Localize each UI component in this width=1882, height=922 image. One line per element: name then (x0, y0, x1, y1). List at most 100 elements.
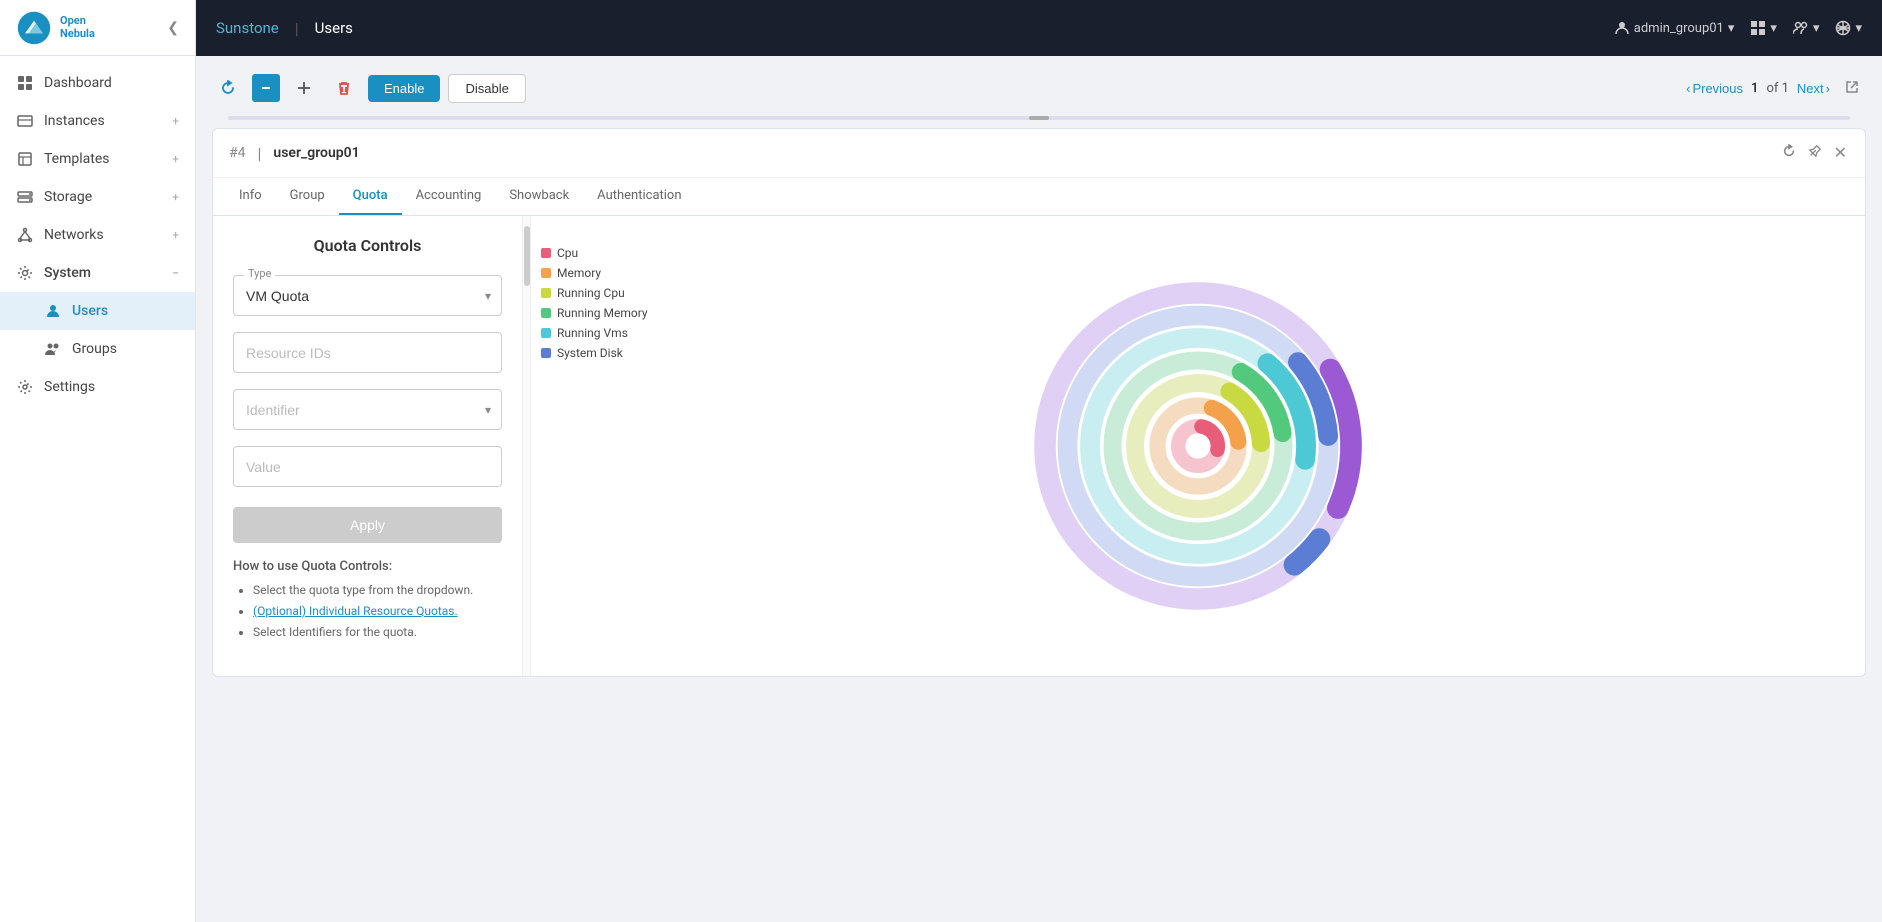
legend-running-cpu: Running Cpu (541, 286, 648, 300)
lang-chevron-icon: ▾ (1855, 21, 1862, 36)
pagination-current: 1 (1751, 81, 1758, 96)
help-title: How to use Quota Controls: (233, 559, 502, 574)
sidebar-item-templates[interactable]: Templates + (0, 140, 195, 178)
sidebar-item-networks[interactable]: Networks + (0, 216, 195, 254)
tab-quota[interactable]: Quota (339, 178, 402, 215)
next-label: Next (1797, 81, 1824, 96)
apply-btn[interactable]: Apply (233, 507, 502, 543)
sidebar: Open Nebula ❮ Dashboard Instances + Temp… (0, 0, 196, 922)
pagination-previous-btn[interactable]: ‹ Previous (1686, 81, 1743, 96)
networks-expand-icon: + (172, 228, 179, 242)
running-memory-legend-label: Running Memory (557, 306, 648, 320)
scrollbar-track[interactable] (228, 116, 1850, 120)
groups-icon (44, 340, 62, 358)
sidebar-logo-area: Open Nebula ❮ (0, 0, 195, 56)
type-select[interactable]: VM Quota Network Quota Image Quota Datas… (246, 288, 489, 304)
pagination: ‹ Previous 1 of 1 Next › (1686, 74, 1866, 102)
user-name-label: admin_group01 (1634, 21, 1724, 36)
value-input[interactable] (246, 459, 489, 475)
panel-title: user_group01 (273, 145, 359, 161)
panel-header-actions: ✕ (1780, 141, 1849, 165)
quota-controls-section: Quota Controls Type VM Quota Network Quo… (213, 216, 523, 676)
resource-ids-field-wrap (233, 332, 502, 373)
individual-resource-link[interactable]: (Optional) Individual Resource Quotas. (253, 604, 458, 618)
grid-view-btn[interactable]: ▾ (1750, 20, 1777, 36)
help-item-3: Select Identifiers for the quota. (253, 624, 502, 641)
quota-chart-area: Cpu Memory Running Cpu Running Memo (531, 216, 1865, 676)
tab-group[interactable]: Group (276, 178, 339, 215)
resource-ids-input[interactable] (246, 345, 489, 361)
settings-icon (16, 378, 34, 396)
running-cpu-legend-label: Running Cpu (557, 286, 625, 300)
panel-close-btn[interactable]: ✕ (1832, 141, 1849, 165)
tab-authentication[interactable]: Authentication (583, 178, 695, 215)
sidebar-item-system-label: System (44, 265, 91, 281)
tab-accounting[interactable]: Accounting (402, 178, 496, 215)
external-link-btn[interactable] (1838, 74, 1866, 102)
topbar-right: admin_group01 ▾ ▾ ▾ ▾ (1614, 20, 1862, 36)
sidebar-item-users[interactable]: Users (0, 292, 195, 330)
system-disk-legend-label: System Disk (557, 346, 623, 360)
value-field-wrap (233, 446, 502, 487)
toolbar-row: Enable Disable ‹ Previous 1 of 1 Next › (212, 72, 1866, 104)
people-view-btn[interactable]: ▾ (1793, 20, 1820, 36)
content-area: Enable Disable ‹ Previous 1 of 1 Next › (196, 56, 1882, 922)
sidebar-item-instances-label: Instances (44, 113, 105, 129)
sidebar-logo-text: Open Nebula (60, 15, 95, 39)
type-form-group: Type VM Quota Network Quota Image Quota … (233, 275, 502, 316)
people-chevron-icon: ▾ (1813, 21, 1820, 36)
main-area: Sunstone | Users admin_group01 ▾ ▾ ▾ ▾ (196, 0, 1882, 922)
add-btn[interactable] (288, 72, 320, 104)
sidebar-item-groups[interactable]: Groups (0, 330, 195, 368)
panel-tabs: Info Group Quota Accounting Showback Aut… (213, 178, 1865, 216)
legend-cpu: Cpu (541, 246, 648, 260)
panel-id: #4 (229, 145, 246, 161)
sidebar-item-storage[interactable]: Storage + (0, 178, 195, 216)
help-text-section: How to use Quota Controls: Select the qu… (233, 559, 502, 640)
tab-info[interactable]: Info (225, 178, 276, 215)
legend-system-disk: System Disk (541, 346, 648, 360)
sidebar-item-dashboard[interactable]: Dashboard (0, 64, 195, 102)
chart-legend: Cpu Memory Running Cpu Running Memo (531, 236, 658, 370)
networks-icon (16, 226, 34, 244)
help-item-2[interactable]: (Optional) Individual Resource Quotas. (253, 603, 502, 620)
scrollbar-thumb[interactable] (1029, 116, 1049, 120)
sidebar-item-settings[interactable]: Settings (0, 368, 195, 406)
sidebar-item-system[interactable]: System − (0, 254, 195, 292)
tab-showback[interactable]: Showback (495, 178, 583, 215)
sidebar-item-storage-label: Storage (44, 189, 92, 205)
grid-chevron-icon: ▾ (1770, 21, 1777, 36)
user-menu-btn[interactable]: admin_group01 ▾ (1614, 20, 1735, 36)
sidebar-item-settings-label: Settings (44, 379, 95, 395)
sidebar-item-instances[interactable]: Instances + (0, 102, 195, 140)
panel-body: Quota Controls Type VM Quota Network Quo… (213, 216, 1865, 676)
help-item-1: Select the quota type from the dropdown. (253, 582, 502, 599)
minus-btn[interactable] (252, 74, 280, 102)
dashboard-icon (16, 74, 34, 92)
running-vms-legend-label: Running Vms (557, 326, 628, 340)
memory-legend-label: Memory (557, 266, 601, 280)
identifier-select[interactable]: Identifier (246, 402, 489, 418)
sidebar-item-templates-label: Templates (44, 151, 110, 167)
disable-btn[interactable]: Disable (448, 74, 525, 103)
vertical-scroll-thumb[interactable] (524, 226, 530, 286)
running-memory-legend-dot (541, 308, 551, 318)
running-vms-legend-dot (541, 328, 551, 338)
pagination-next-btn[interactable]: Next › (1797, 81, 1830, 96)
help-list: Select the quota type from the dropdown.… (233, 582, 502, 640)
next-chevron-icon: › (1826, 81, 1830, 96)
sidebar-item-users-label: Users (72, 303, 108, 319)
sidebar-nav: Dashboard Instances + Templates + Storag… (0, 56, 195, 922)
sidebar-item-dashboard-label: Dashboard (44, 75, 112, 91)
panel-pin-btn[interactable] (1806, 141, 1824, 165)
delete-btn[interactable] (328, 72, 360, 104)
panel-refresh-btn[interactable] (1780, 141, 1798, 165)
sidebar-collapse-btn[interactable]: ❮ (167, 20, 179, 36)
language-btn[interactable]: ▾ (1835, 20, 1862, 36)
legend-memory: Memory (541, 266, 648, 280)
refresh-btn[interactable] (212, 72, 244, 104)
resource-ids-form-group (233, 332, 502, 373)
system-icon (16, 264, 34, 282)
memory-legend-dot (541, 268, 551, 278)
enable-btn[interactable]: Enable (368, 75, 440, 102)
